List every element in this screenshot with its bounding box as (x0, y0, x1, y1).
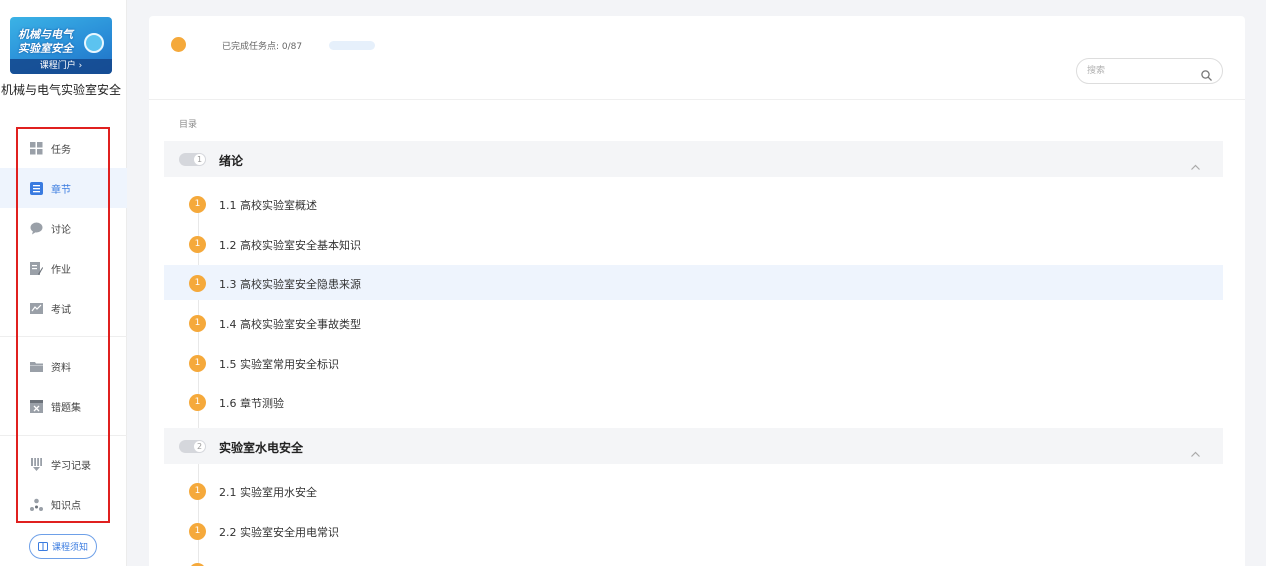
nav-highlight-box (16, 127, 110, 523)
search-icon[interactable] (1201, 66, 1212, 81)
section-title: 1.4 高校实验室安全事故类型 (219, 318, 361, 331)
section-title: 2.1 实验室用水安全 (219, 486, 317, 499)
task-count-badge: 1 (189, 275, 206, 292)
section-title: 1.3 高校实验室安全隐患来源 (219, 278, 361, 291)
course-notice-label: 课程须知 (51, 543, 88, 553)
course-title: 机械与电气实验室安全 (0, 83, 121, 97)
chapter-row[interactable]: 1 绪论 (164, 141, 1223, 177)
course-notice-button[interactable]: 课程须知 (29, 534, 97, 559)
section-row[interactable]: 1 1.1 高校实验室概述 (164, 186, 1223, 221)
task-count-badge: 1 (189, 355, 206, 372)
header-divider (149, 99, 1245, 100)
section-row[interactable]: 1 1.5 实验室常用安全标识 (164, 345, 1223, 380)
task-count-badge: 1 (189, 394, 206, 411)
cover-emblem-icon (84, 33, 104, 53)
chapter-number: 1 (194, 154, 205, 165)
book-icon (37, 542, 48, 551)
course-portal-link[interactable]: 课程门户 › (10, 59, 112, 74)
section-row[interactable]: 1 1.4 高校实验室安全事故类型 (164, 305, 1223, 340)
section-row[interactable]: 1 1.6 章节测验 (164, 384, 1223, 419)
chapter-number-badge: 2 (179, 440, 206, 453)
chapter-panel: 已完成任务点: 0/87 目录 1 绪论 1 1.1 高校实验室概述 1 1.2… (149, 16, 1245, 566)
chevron-up-icon[interactable] (1191, 155, 1200, 170)
course-cover-image[interactable]: 机械与电气 实验室安全 课程门户 › (10, 17, 112, 74)
toc-label: 目录 (179, 120, 198, 130)
task-count-badge: 1 (189, 315, 206, 332)
task-count-badge: 1 (189, 236, 206, 253)
section-row[interactable] (164, 553, 1223, 566)
progress-bar (329, 41, 375, 50)
section-title: 1.1 高校实验室概述 (219, 199, 317, 212)
progress-label: 已完成任务点: 0/87 (222, 42, 303, 52)
section-title: 1.2 高校实验室安全基本知识 (219, 239, 361, 252)
section-title: 1.6 章节测验 (219, 397, 284, 410)
section-row[interactable]: 1 1.2 高校实验室安全基本知识 (164, 226, 1223, 261)
task-count-badge: 1 (189, 483, 206, 500)
task-count-badge: 1 (189, 523, 206, 540)
section-title: 1.5 实验室常用安全标识 (219, 358, 339, 371)
section-row[interactable]: 1 2.1 实验室用水安全 (164, 473, 1223, 508)
chapter-title: 实验室水电安全 (219, 441, 304, 455)
task-count-badge: 1 (189, 196, 206, 213)
cover-title-line2: 实验室安全 (18, 42, 73, 55)
chapter-row[interactable]: 2 实验室水电安全 (164, 428, 1223, 464)
chapter-number: 2 (194, 441, 205, 452)
section-title: 2.2 实验室安全用电常识 (219, 526, 339, 539)
section-row[interactable]: 1 1.3 高校实验室安全隐患来源 (164, 265, 1223, 300)
sidebar: 机械与电气 实验室安全 课程门户 › 机械与电气实验室安全 任务 章节 讨论 作… (0, 0, 127, 566)
chevron-up-icon[interactable] (1191, 442, 1200, 457)
section-row[interactable]: 1 2.2 实验室安全用电常识 (164, 513, 1223, 548)
chapter-number-badge: 1 (179, 153, 206, 166)
progress-status-dot (171, 37, 186, 52)
search-box[interactable] (1076, 58, 1223, 84)
search-input[interactable] (1087, 64, 1187, 78)
chapter-title: 绪论 (219, 154, 244, 168)
